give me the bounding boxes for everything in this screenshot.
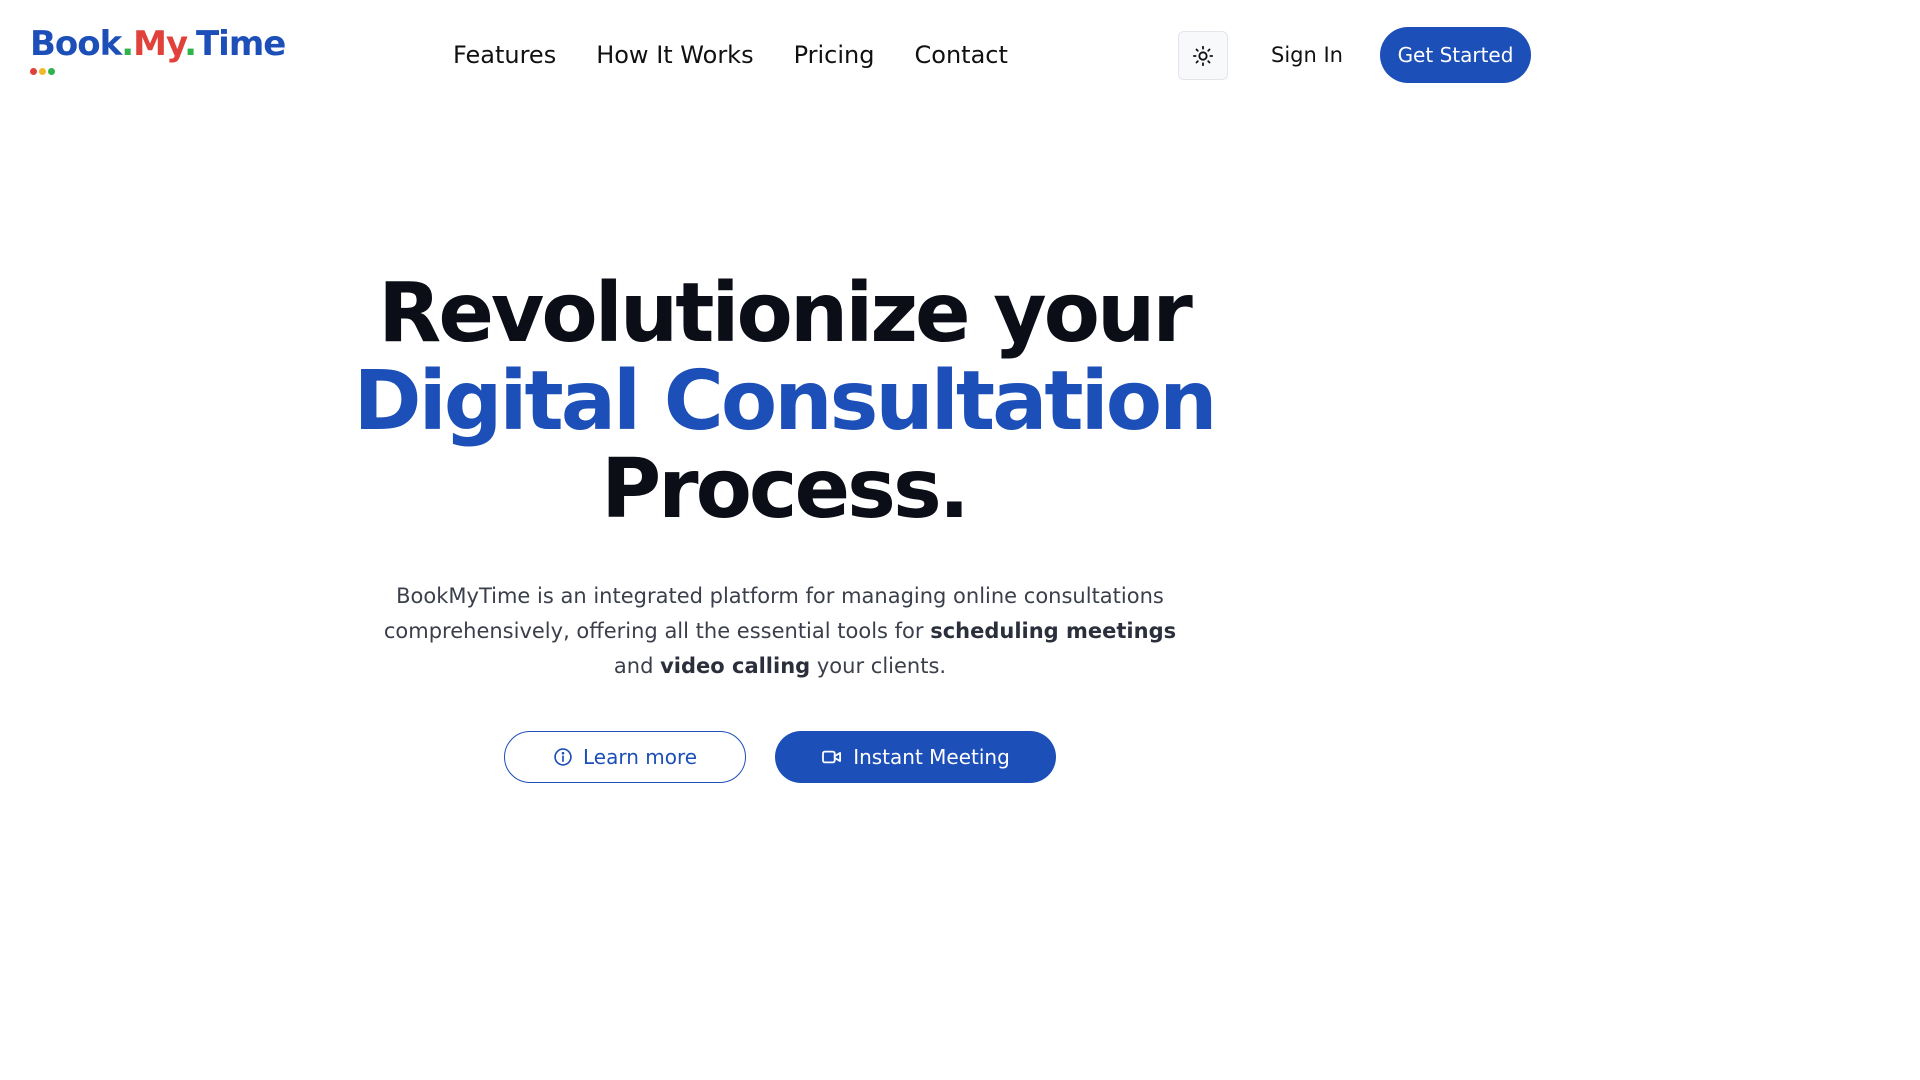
theme-toggle-button[interactable]: [1178, 31, 1228, 80]
sign-in-link[interactable]: Sign In: [1271, 39, 1343, 71]
logo-part-time: Time: [195, 24, 286, 64]
info-icon: [553, 747, 573, 767]
hero-title-line-3: Process.: [601, 442, 970, 537]
logo-dot-2: .: [184, 24, 197, 64]
nav-item-contact[interactable]: Contact: [915, 38, 1008, 72]
hero-desc-text-3: your clients.: [810, 654, 947, 678]
learn-more-button[interactable]: Learn more: [504, 731, 746, 783]
logo[interactable]: Book.My.Time: [30, 24, 286, 64]
nav-item-features[interactable]: Features: [453, 38, 556, 72]
logo-color-dots: [30, 68, 55, 75]
nav-item-pricing[interactable]: Pricing: [794, 38, 875, 72]
logo-part-book: Book: [30, 24, 122, 64]
learn-more-label: Learn more: [582, 745, 698, 769]
instant-meeting-label: Instant Meeting: [853, 745, 1010, 769]
hero-desc-bold-2: video calling: [660, 654, 811, 678]
instant-meeting-button[interactable]: Instant Meeting: [775, 731, 1056, 783]
logo-dot-yellow: [39, 68, 46, 75]
sun-icon: [1192, 45, 1214, 67]
nav-item-how-it-works[interactable]: How It Works: [596, 38, 753, 72]
hero-desc-text-2: and: [613, 654, 661, 678]
video-icon: [821, 748, 843, 766]
hero-description: BookMyTime is an integrated platform for…: [374, 579, 1186, 684]
hero-title-line-2: Digital Consultation: [353, 354, 1218, 449]
hero-title: Revolutionize your Digital Consultation …: [0, 270, 1568, 534]
get-started-button[interactable]: Get Started: [1380, 27, 1531, 83]
hero-desc-bold-1: scheduling meetings: [930, 619, 1177, 643]
logo-dot-red: [30, 68, 37, 75]
logo-dot-green: [48, 68, 55, 75]
hero-title-line-1: Revolutionize your: [378, 266, 1193, 361]
logo-dot-1: .: [121, 24, 134, 64]
logo-part-my: My: [133, 24, 185, 64]
main-nav: Features How It Works Pricing Contact: [453, 38, 1008, 72]
site-header: Book.My.Time Features How It Works Prici…: [0, 0, 1568, 110]
